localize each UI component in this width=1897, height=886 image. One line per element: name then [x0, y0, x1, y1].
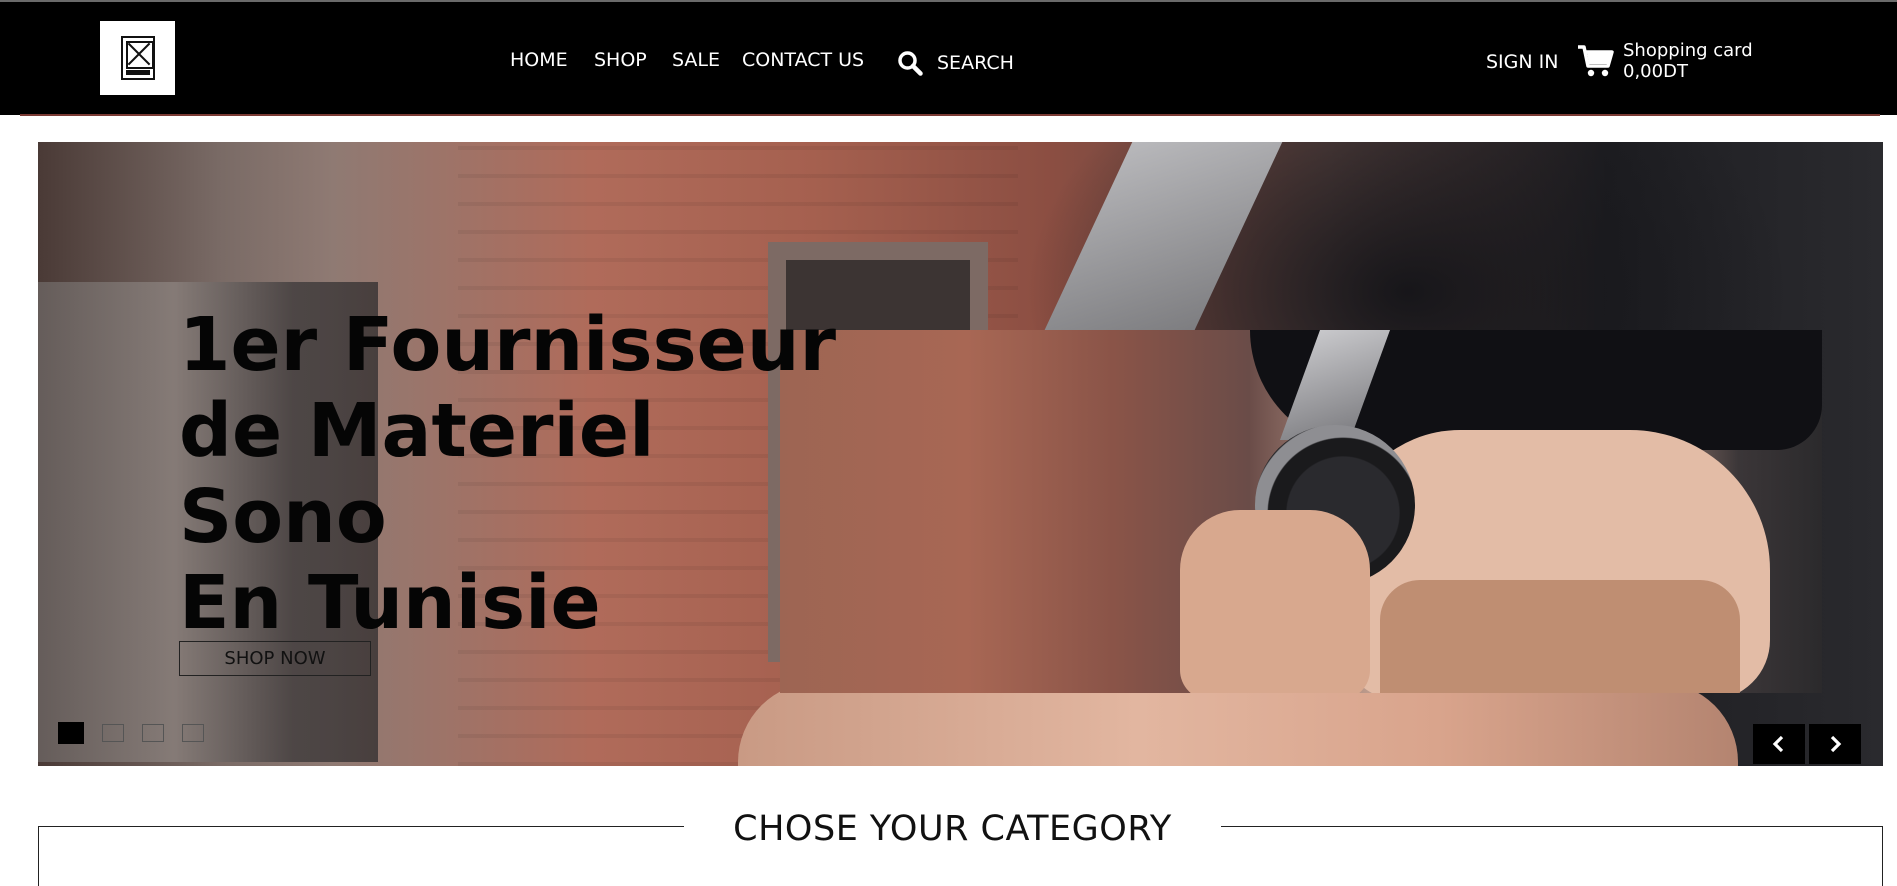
slider-dots: [58, 722, 204, 744]
hero-title: 1er Fournisseur de Materiel Sono En Tuni…: [179, 302, 837, 646]
header-divider: [20, 114, 1880, 116]
cart-label: Shopping card: [1623, 40, 1753, 61]
slider-dot-2[interactable]: [102, 724, 124, 742]
hero-title-line: 1er Fournisseur: [179, 302, 837, 388]
search-label: SEARCH: [937, 52, 1014, 74]
hero-background-shoulder: [738, 682, 1738, 766]
hero-slider: 1er Fournisseur de Materiel Sono En Tuni…: [38, 142, 1883, 766]
search-icon: [898, 51, 923, 76]
chevron-left-icon: [1772, 735, 1784, 753]
hero-title-line: de Materiel: [179, 388, 655, 474]
slider-next-button[interactable]: [1809, 724, 1861, 764]
chevron-right-icon: [1830, 735, 1842, 753]
slider-dot-1[interactable]: [58, 722, 84, 744]
shop-now-button[interactable]: SHOP NOW: [179, 641, 371, 676]
hero-title-line: En Tunisie: [179, 560, 601, 646]
search-button[interactable]: SEARCH: [897, 50, 1014, 76]
slider-prev-button[interactable]: [1753, 724, 1805, 764]
site-header: HOME SHOP SALE CONTACT US SEARCH SIGN IN…: [0, 0, 1897, 116]
logo-icon: [120, 36, 155, 80]
category-title: CHOSE YOUR CATEGORY: [684, 809, 1221, 853]
cart-total: 0,00DT: [1623, 61, 1688, 82]
slider-dot-3[interactable]: [142, 724, 164, 742]
signin-link[interactable]: SIGN IN: [1486, 51, 1558, 73]
hero-background-headphone-band: [1043, 142, 1283, 332]
nav-contact-us[interactable]: CONTACT US: [742, 49, 864, 71]
hero-title-line: Sono: [179, 474, 387, 560]
cart-text: Shopping card 0,00DT: [1623, 40, 1753, 82]
slider-dot-4[interactable]: [182, 724, 204, 742]
nav-shop[interactable]: SHOP: [594, 49, 647, 71]
brand-logo[interactable]: [100, 21, 175, 95]
nav-sale[interactable]: SALE: [672, 49, 720, 71]
shopping-cart[interactable]: Shopping card 0,00DT: [1577, 40, 1753, 82]
cart-icon: [1578, 45, 1614, 77]
nav-home[interactable]: HOME: [510, 49, 568, 71]
hero-product-image: [780, 330, 1822, 693]
